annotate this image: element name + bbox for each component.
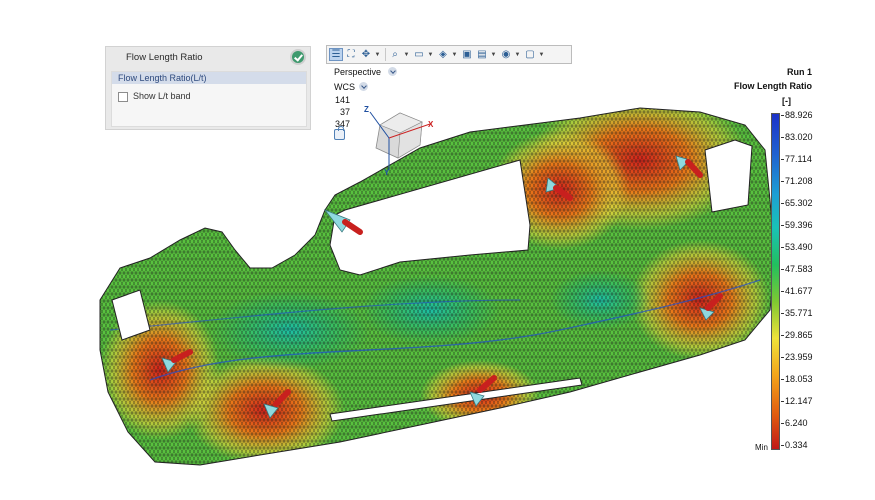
projection-dropdown-icon[interactable] (388, 67, 397, 76)
model-viewport[interactable]: Z X Y Flow Length Ratio Flow Length Rati… (0, 0, 875, 500)
result-item-label: Flow Length Ratio(L/t) (118, 73, 207, 83)
legend-tick-mark (781, 357, 784, 358)
legend-tick-label: 41.677 (785, 286, 813, 296)
layout-icon[interactable]: ☰ (329, 48, 343, 61)
coord-system-dropdown-icon[interactable] (359, 82, 368, 91)
legend-tick-mark (781, 159, 784, 160)
pan-icon[interactable]: ✥ (359, 48, 373, 61)
coord-value: 141 (334, 95, 350, 105)
legend-tick-mark (781, 423, 784, 424)
legend-tick-mark (781, 247, 784, 248)
legend-tick-label: 47.583 (785, 264, 813, 274)
legend-tick-label: 65.302 (785, 198, 813, 208)
chevron-down-icon[interactable]: ▼ (538, 52, 545, 58)
result-list: Flow Length Ratio(L/t) Show L/t band (111, 71, 307, 127)
projection-label[interactable]: Perspective (334, 67, 381, 77)
coord-value: 37 (339, 107, 350, 117)
legend-tick-mark (781, 181, 784, 182)
color-scale-bar (771, 113, 780, 450)
legend-tick-label: 35.771 (785, 308, 813, 318)
legend-tick-label: 53.490 (785, 242, 813, 252)
render-mode-icon[interactable]: ▣ (460, 48, 474, 61)
show-band-label: Show L/t band (133, 91, 191, 101)
zoom-icon[interactable]: ⌕ (388, 48, 402, 61)
legend-tick-mark (781, 401, 784, 402)
legend-tick-label: 29.865 (785, 330, 813, 340)
visibility-icon[interactable]: ◉ (499, 48, 513, 61)
chevron-down-icon[interactable]: ▼ (451, 52, 458, 58)
legend-tick-mark (781, 203, 784, 204)
legend-tick-mark (781, 379, 784, 380)
chevron-down-icon[interactable]: ▼ (374, 52, 381, 58)
legend-tick-mark (781, 269, 784, 270)
chevron-down-icon[interactable]: ▼ (490, 52, 497, 58)
display-icon[interactable]: ▢ (523, 48, 537, 61)
min-label: Min (755, 443, 768, 452)
legend-result-name: Flow Length Ratio (734, 81, 812, 91)
legend-tick-label: 0.334 (785, 440, 808, 450)
check-icon[interactable] (292, 51, 304, 63)
axis-label-z: Z (364, 105, 369, 114)
label-icon[interactable]: ▤ (475, 48, 489, 61)
legend-tick-label: 23.959 (785, 352, 813, 362)
legend-tick-mark (781, 335, 784, 336)
lock-icon[interactable] (334, 126, 345, 140)
legend-tick-label: 83.020 (785, 132, 813, 142)
axis-label-y: Y (384, 168, 390, 177)
fit-view-icon[interactable]: ⛶ (344, 48, 358, 61)
legend-tick-mark (781, 445, 784, 446)
legend-tick-mark (781, 313, 784, 314)
window-icon[interactable]: ▭ (412, 48, 426, 61)
legend-tick-label: 59.396 (785, 220, 813, 230)
run-title: Run 1 (786, 67, 812, 77)
panel-title: Flow Length Ratio (126, 52, 203, 63)
legend-tick-label: 18.053 (785, 374, 813, 384)
chevron-down-icon[interactable]: ▼ (403, 52, 410, 58)
result-item-row[interactable]: Flow Length Ratio(L/t) (112, 72, 306, 84)
legend-tick-label: 12.147 (785, 396, 813, 406)
legend-tick-label: 77.114 (785, 154, 812, 164)
legend-tick-mark (781, 225, 784, 226)
legend-tick-label: 6.240 (785, 418, 808, 428)
coord-system-label[interactable]: WCS (334, 82, 355, 92)
legend-tick-label: 88.926 (785, 110, 813, 120)
axis-label-x: X (428, 120, 434, 129)
toolbar-separator (385, 48, 386, 61)
legend-tick-mark (781, 291, 784, 292)
legend-tick-mark (781, 137, 784, 138)
legend-tick-label: 71.208 (785, 176, 813, 186)
chevron-down-icon[interactable]: ▼ (427, 52, 434, 58)
chevron-down-icon[interactable]: ▼ (514, 52, 521, 58)
show-band-checkbox[interactable] (118, 92, 128, 102)
cube-view-icon[interactable]: ◈ (436, 48, 450, 61)
legend-unit: [-] (782, 96, 791, 106)
result-panel: Flow Length Ratio Flow Length Ratio(L/t)… (105, 46, 311, 130)
legend-tick-mark (781, 115, 784, 116)
view-toolbar: ☰ ⛶ ✥ ▼ ⌕ ▼ ▭ ▼ ◈ ▼ ▣ ▤ ▼ ◉ ▼ ▢ ▼ (326, 45, 572, 64)
